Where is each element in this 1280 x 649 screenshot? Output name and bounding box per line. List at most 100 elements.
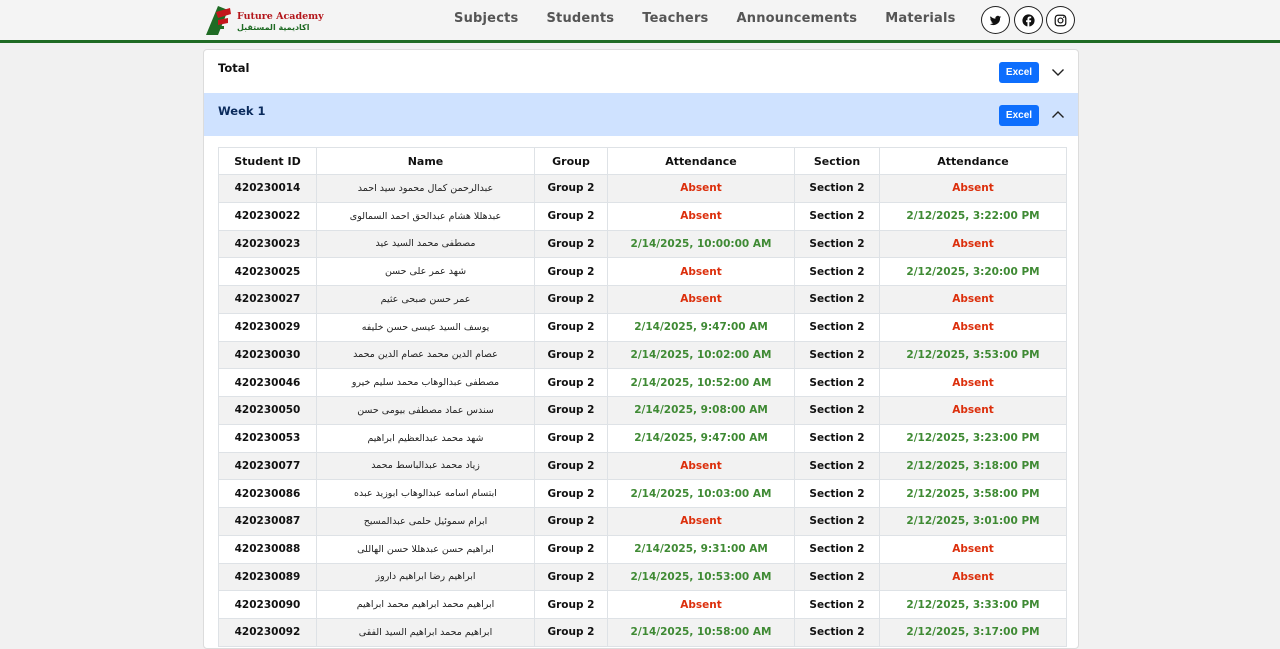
cell-group-attendance: 2/14/2025, 10:00:00 AM <box>607 229 795 259</box>
cell-section: Section 2 <box>794 423 880 453</box>
cell-group-attendance: Absent <box>607 285 795 314</box>
cell-section-attendance: Absent <box>879 285 1067 314</box>
cell-section-attendance: Absent <box>879 312 1067 342</box>
twitter-button[interactable] <box>981 6 1010 34</box>
col-header-group: Group <box>534 147 608 175</box>
table-row: 420230025 شهد عمر على حسن Group 2 Absent Sec… <box>218 257 1067 286</box>
cell-section-attendance: 2/12/2025, 3:53:00 PM <box>879 340 1067 370</box>
nav-students[interactable]: Students <box>546 11 614 29</box>
cell-student-id: 420230025 <box>218 257 317 286</box>
cell-group: Group 2 <box>534 312 608 342</box>
table-row: 420230030 عصام الدين محمد عصام الدين محمد… <box>218 340 1067 370</box>
cell-group-attendance: 2/14/2025, 10:03:00 AM <box>607 479 795 508</box>
attendance-panel: Total Excel Week 1 Excel Student ID Name… <box>203 49 1079 649</box>
cell-section-attendance: 2/12/2025, 3:20:00 PM <box>879 257 1067 286</box>
cell-section: Section 2 <box>794 562 880 592</box>
excel-export-week-button[interactable]: Excel <box>999 105 1039 126</box>
col-header-name: Name <box>316 147 535 175</box>
cell-name: سندس عماد مصطفى بيومى حسن <box>316 396 535 425</box>
cell-group: Group 2 <box>534 229 608 259</box>
cell-section-attendance: 2/12/2025, 3:17:00 PM <box>879 618 1067 647</box>
nav-announcements[interactable]: Announcements <box>737 11 858 29</box>
cell-student-id: 420230053 <box>218 423 317 453</box>
table-row: 420230087 ابرام سموئيل حلمى عبدالمسيح Grou… <box>218 507 1067 536</box>
cell-name: شهد عمر على حسن <box>316 257 535 286</box>
cell-section-attendance: Absent <box>879 174 1067 203</box>
cell-section: Section 2 <box>794 312 880 342</box>
cell-group-attendance: 2/14/2025, 9:31:00 AM <box>607 534 795 564</box>
cell-section-attendance: 2/12/2025, 3:22:00 PM <box>879 201 1067 231</box>
cell-section-attendance: Absent <box>879 562 1067 592</box>
cell-student-id: 420230046 <box>218 368 317 397</box>
cell-student-id: 420230090 <box>218 590 317 619</box>
logo-text-ar: اكاديمية المستقبل <box>237 23 310 32</box>
cell-name: زياد محمد عبدالباسط محمد <box>316 451 535 481</box>
table-row: 420230014 عبدالرحمن كمال محمود سيد احمد Gr… <box>218 174 1067 203</box>
cell-group: Group 2 <box>534 507 608 536</box>
cell-group-attendance: Absent <box>607 174 795 203</box>
table-row: 420230053 شهد محمد عبدالعظيم ابراهيم Group… <box>218 423 1067 453</box>
logo[interactable]: Future Academy اكاديمية المستقبل <box>204 3 324 37</box>
cell-student-id: 420230086 <box>218 479 317 508</box>
accordion-total-title: Total <box>218 61 250 75</box>
cell-section: Section 2 <box>794 285 880 314</box>
cell-group-attendance: Absent <box>607 451 795 481</box>
accordion-total-header[interactable]: Total Excel <box>204 50 1078 93</box>
cell-section: Section 2 <box>794 229 880 259</box>
cell-section: Section 2 <box>794 368 880 397</box>
table-row: 420230027 عمر حسن صبحى عثيم Group 2 Absent S… <box>218 285 1067 314</box>
cell-group: Group 2 <box>534 368 608 397</box>
cell-group: Group 2 <box>534 201 608 231</box>
nav-subjects[interactable]: Subjects <box>454 11 518 29</box>
cell-name: عمر حسن صبحى عثيم <box>316 285 535 314</box>
cell-group-attendance: 2/14/2025, 10:53:00 AM <box>607 562 795 592</box>
logo-emblem-icon <box>206 6 231 35</box>
cell-group-attendance: 2/14/2025, 9:08:00 AM <box>607 396 795 425</box>
nav-teachers[interactable]: Teachers <box>642 11 708 29</box>
table-row: 420230092 ابراهيم محمد ابراهيم السيد الفق… <box>218 618 1067 647</box>
cell-group-attendance: Absent <box>607 590 795 619</box>
cell-group-attendance: 2/14/2025, 9:47:00 AM <box>607 312 795 342</box>
chevron-up-icon[interactable] <box>1050 107 1066 123</box>
table-row: 420230029 يوسف السيد عيسى حسن خليفه Group … <box>218 312 1067 342</box>
cell-name: شهد محمد عبدالعظيم ابراهيم <box>316 423 535 453</box>
navbar: Future Academy اكاديمية المستقبل Subject… <box>0 0 1280 43</box>
table-row: 420230086 ابتسام اسامه عبدالوهاب ابوزيد ع… <box>218 479 1067 508</box>
cell-student-id: 420230089 <box>218 562 317 592</box>
cell-section-attendance: 2/12/2025, 3:18:00 PM <box>879 451 1067 481</box>
cell-name: ابراهيم محمد ابراهيم السيد الفقى <box>316 618 535 647</box>
instagram-button[interactable] <box>1046 6 1075 34</box>
table-row: 420230022 عبدهللا هشام عبدالحق احمد السما… <box>218 201 1067 231</box>
cell-section: Section 2 <box>794 174 880 203</box>
cell-section-attendance: 2/12/2025, 3:33:00 PM <box>879 590 1067 619</box>
cell-group-attendance: Absent <box>607 257 795 286</box>
cell-section: Section 2 <box>794 451 880 481</box>
cell-name: عبدهللا هشام عبدالحق احمد السمالوى <box>316 201 535 231</box>
cell-student-id: 420230014 <box>218 174 317 203</box>
nav-materials[interactable]: Materials <box>885 11 955 29</box>
cell-section-attendance: Absent <box>879 534 1067 564</box>
facebook-button[interactable] <box>1014 6 1043 34</box>
cell-student-id: 420230023 <box>218 229 317 259</box>
cell-group: Group 2 <box>534 257 608 286</box>
cell-section: Section 2 <box>794 201 880 231</box>
cell-group-attendance: 2/14/2025, 10:58:00 AM <box>607 618 795 647</box>
table-row: 420230023 مصطفى محمد السيد عيد Group 2 2/14… <box>218 229 1067 259</box>
cell-group: Group 2 <box>534 590 608 619</box>
table-row: 420230046 مصطفى عبدالوهاب محمد سليم خيرو G… <box>218 368 1067 397</box>
accordion-week-header[interactable]: Week 1 Excel <box>204 93 1078 136</box>
chevron-down-icon[interactable] <box>1050 64 1066 80</box>
cell-section-attendance: 2/12/2025, 3:23:00 PM <box>879 423 1067 453</box>
attendance-table: Student ID Name Group Attendance Section… <box>218 147 1067 647</box>
table-header-row: Student ID Name Group Attendance Section… <box>218 147 1067 175</box>
cell-section: Section 2 <box>794 479 880 508</box>
cell-name: عبدالرحمن كمال محمود سيد احمد <box>316 174 535 203</box>
cell-group: Group 2 <box>534 340 608 370</box>
cell-section-attendance: Absent <box>879 396 1067 425</box>
cell-student-id: 420230088 <box>218 534 317 564</box>
cell-group-attendance: 2/14/2025, 10:52:00 AM <box>607 368 795 397</box>
cell-name: ابراهيم محمد ابراهيم محمد ابراهيم <box>316 590 535 619</box>
cell-name: ابراهيم رضا ابراهيم داروز <box>316 562 535 592</box>
cell-group-attendance: 2/14/2025, 10:02:00 AM <box>607 340 795 370</box>
excel-export-total-button[interactable]: Excel <box>999 62 1039 83</box>
